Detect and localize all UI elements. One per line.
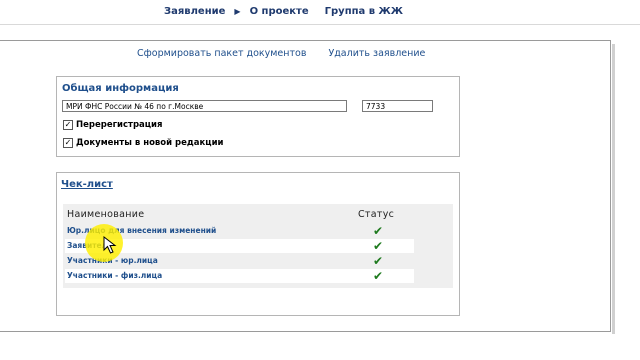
build-package-link[interactable]: Сформировать пакет документов (137, 48, 306, 59)
general-info-panel: Общая информация МРИ ФНС России № 46 по … (56, 76, 460, 157)
checklist-item-link[interactable]: Участники - физ.лица (67, 271, 162, 280)
reregistration-label: Перерегистрация (76, 120, 163, 130)
check-icon: ✔ (373, 254, 384, 268)
mouse-pointer-icon (103, 236, 117, 254)
new-docs-checkbox[interactable]: ✓ (63, 138, 73, 148)
table-row: Участники - физ.лица ✔ (65, 269, 414, 283)
triangle-right-icon: ▶ (234, 6, 241, 16)
main-panel-shadow (612, 44, 615, 334)
nav-item-about[interactable]: О проекте (250, 6, 309, 17)
action-links: Сформировать пакет документов Удалить за… (137, 48, 425, 59)
checklist-title-link[interactable]: Чек-лист (61, 179, 113, 190)
top-navigation: Заявление ▶ О проекте Группа в ЖЖ (164, 3, 403, 19)
nav-item-lj-group[interactable]: Группа в ЖЖ (325, 6, 403, 17)
column-header-name: Наименование (67, 209, 145, 220)
column-header-status: Статус (358, 209, 395, 220)
reregistration-option: ✓ Перерегистрация (63, 120, 162, 130)
delete-application-link[interactable]: Удалить заявление (328, 48, 425, 59)
tax-office-field[interactable]: МРИ ФНС России № 46 по г.Москве (62, 100, 347, 112)
reregistration-checkbox[interactable]: ✓ (63, 120, 73, 130)
check-icon: ✔ (373, 269, 384, 283)
new-docs-label: Документы в новой редакции (76, 138, 224, 148)
nav-item-application[interactable]: Заявление (164, 6, 225, 17)
tax-office-code-field[interactable]: 7733 (362, 100, 433, 112)
check-icon: ✔ (373, 224, 384, 238)
check-icon: ✔ (373, 239, 384, 253)
new-docs-option: ✓ Документы в новой редакции (63, 138, 224, 148)
general-info-title: Общая информация (62, 83, 179, 94)
header-divider (0, 24, 640, 25)
